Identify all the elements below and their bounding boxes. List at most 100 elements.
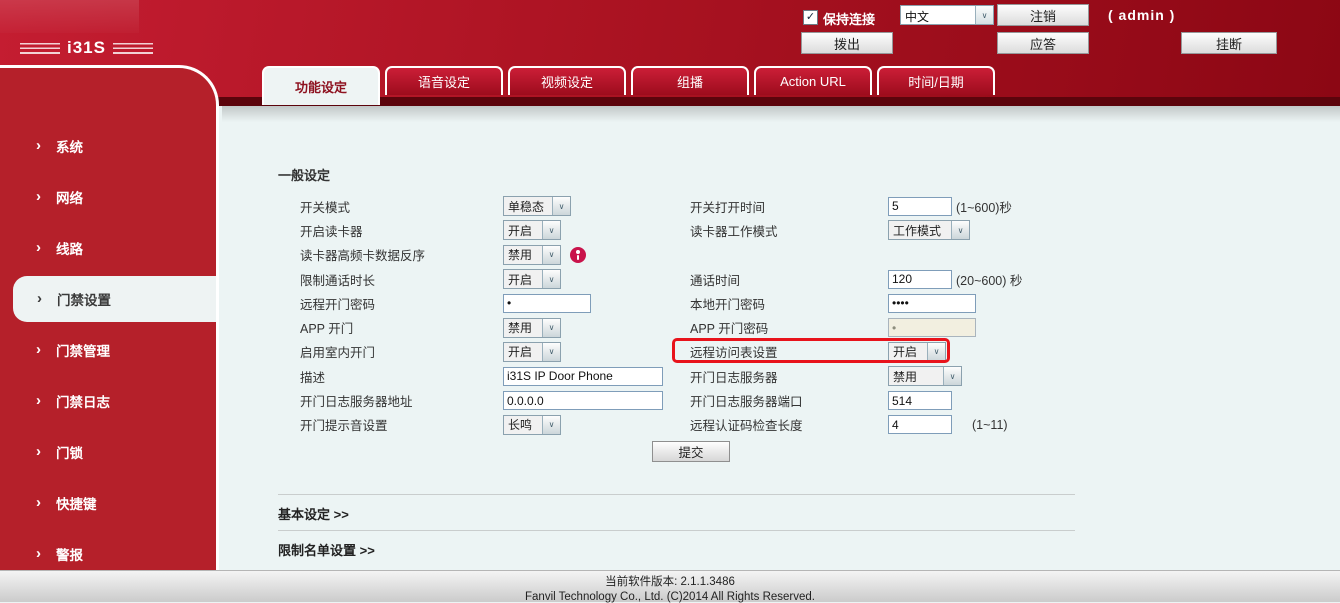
tab-5[interactable]: Action URL <box>754 66 872 95</box>
field-control <box>888 318 1078 338</box>
chevron-down-icon: ∨ <box>542 245 560 264</box>
sidebar-item-9[interactable]: › 警报 <box>0 528 216 570</box>
field-control <box>888 293 1078 313</box>
general-settings-form: 开关模式单稳态∨开关打开时间(1~600)秒开启读卡器开启∨读卡器工作模式工作模… <box>300 194 1078 437</box>
sidebar-item-1[interactable]: › 系统 <box>0 120 216 171</box>
logout-button[interactable]: 注销 <box>997 4 1089 26</box>
limit-talk-duration-select[interactable]: 开启 ∨ <box>503 269 561 290</box>
hangup-button[interactable]: 挂断 <box>1181 32 1277 54</box>
description-input[interactable] <box>503 366 663 386</box>
tab-2[interactable]: 语音设定 <box>385 66 503 95</box>
check-icon: ✓ <box>805 11 816 23</box>
copyright-text: Fanvil Technology Co., Ltd. (C)2014 All … <box>525 591 815 603</box>
field-label: 开门日志服务器端口 <box>690 395 803 410</box>
alert-icon <box>570 246 586 263</box>
tab-1[interactable]: 功能设定 <box>262 66 380 105</box>
field-label: APP 开门密码 <box>690 322 769 337</box>
field-control: 开启 ∨ <box>888 341 1078 362</box>
field-label: 开门日志服务器地址 <box>300 395 413 410</box>
switch-open-time-input[interactable] <box>888 196 952 216</box>
card-reader-work-mode-select[interactable]: 工作模式 ∨ <box>888 220 970 241</box>
sidebar-item-7[interactable]: › 门锁 <box>0 426 216 477</box>
section-divider <box>278 530 1075 531</box>
field-control: 开启 ∨ <box>503 341 690 362</box>
tab-4[interactable]: 组播 <box>631 66 749 95</box>
field-label: 开启读卡器 <box>300 224 363 239</box>
remote-open-password-input[interactable] <box>503 293 591 313</box>
field-label: 开关模式 <box>300 200 351 215</box>
chevron-right-icon: › <box>36 188 41 205</box>
field-label: 开门提示音设置 <box>300 419 388 434</box>
field-control: 禁用 ∨ <box>503 317 690 338</box>
field-control: 开启 ∨ <box>503 220 690 241</box>
open-prompt-tone-select[interactable]: 长鸣 ∨ <box>503 414 561 435</box>
field-label: 开关打开时间 <box>690 200 766 215</box>
enable-card-reader-select[interactable]: 开启 ∨ <box>503 220 561 241</box>
keep-alive-checkbox[interactable]: ✓ <box>803 10 818 25</box>
field-control: (20~600) 秒 <box>888 269 1078 289</box>
answer-button[interactable]: 应答 <box>997 32 1089 54</box>
sidebar-item-8[interactable]: › 快捷键 <box>0 477 216 528</box>
keep-alive-label: 保持连接 <box>823 12 876 27</box>
sidebar-nav: › 系统 › 网络 › 线路 › 门禁设置 › 门禁管理 › 门禁日志 › 门锁 › 快捷键 › 警报 <box>0 65 219 570</box>
card-reader-reverse-select[interactable]: 禁用 ∨ <box>503 244 561 265</box>
open-log-server-address-input[interactable] <box>503 391 663 411</box>
dial-button[interactable]: 拨出 <box>801 32 893 54</box>
field-label: 通话时间 <box>690 273 741 288</box>
field-hint-text: (1~600)秒 <box>956 200 1012 215</box>
open-log-server-select[interactable]: 禁用 ∨ <box>888 366 962 387</box>
sidebar-item-3[interactable]: › 线路 <box>0 222 216 273</box>
field-control <box>503 366 690 386</box>
sidebar-item-label: 系统 <box>56 139 83 155</box>
app-open-select-value: 禁用 <box>508 321 533 336</box>
remote-auth-code-length-input[interactable] <box>888 415 952 435</box>
speed-lines-icon <box>112 42 153 54</box>
field-label: 读卡器高频卡数据反序 <box>300 249 426 264</box>
sidebar-item-2[interactable]: › 网络 <box>0 171 216 222</box>
field-row-6: APP 开门 禁用 ∨ APP 开门密码 <box>300 315 1078 339</box>
remote-access-table-select[interactable]: 开启 ∨ <box>888 341 946 362</box>
field-control: 开启 ∨ <box>503 269 690 290</box>
sidebar-item-5[interactable]: › 门禁管理 <box>0 324 216 375</box>
footer: 当前软件版本: 2.1.1.3486 Fanvil Technology Co.… <box>0 570 1340 603</box>
chevron-down-icon: ∨ <box>975 6 993 24</box>
sidebar-item-4[interactable]: › 门禁设置 <box>13 275 216 322</box>
sidebar-item-label: 警报 <box>56 547 83 563</box>
submit-button[interactable]: 提交 <box>652 441 730 462</box>
basic-settings-expander[interactable]: 基本设定 >> <box>278 504 349 523</box>
indoor-open-select[interactable]: 开启 ∨ <box>503 341 561 362</box>
sidebar-item-label: 门锁 <box>56 445 83 461</box>
chevron-down-icon: ∨ <box>542 221 560 240</box>
chevron-down-icon: ∨ <box>542 415 560 434</box>
software-version-text: 当前软件版本: 2.1.1.3486 <box>605 576 735 588</box>
field-label: 描述 <box>300 370 326 385</box>
field-row-10: 开门提示音设置 长鸣 ∨ 远程认证码检查长度 (1~11) <box>300 413 1078 437</box>
local-open-password-input[interactable] <box>888 293 976 313</box>
field-label: 远程开门密码 <box>300 297 376 312</box>
restrict-list-expander[interactable]: 限制名单设置 >> <box>278 540 375 559</box>
chevron-right-icon: › <box>36 341 41 358</box>
tab-3[interactable]: 视频设定 <box>508 66 626 95</box>
chevron-down-icon: ∨ <box>542 270 560 289</box>
sidebar-item-6[interactable]: › 门禁日志 <box>0 375 216 426</box>
field-label: 远程认证码检查长度 <box>690 419 803 434</box>
field-control: 工作模式 ∨ <box>888 220 1078 241</box>
tab-6[interactable]: 时间/日期 <box>877 66 995 95</box>
field-row-7: 启用室内开门 开启 ∨ 远程访问表设置 开启 ∨ <box>300 338 1078 364</box>
brand-logo: i31S <box>20 38 153 58</box>
field-control: (1~11) <box>888 415 1078 435</box>
chevron-down-icon: ∨ <box>542 342 560 361</box>
switch-mode-select[interactable]: 单稳态 ∨ <box>503 196 571 217</box>
field-row-8: 描述 开门日志服务器 禁用 ∨ <box>300 364 1078 388</box>
talk-time-input[interactable] <box>888 269 952 289</box>
open-log-server-port-input[interactable] <box>888 391 952 411</box>
field-label: 启用室内开门 <box>300 346 376 361</box>
section-divider <box>278 494 1075 495</box>
field-row-5: 远程开门密码 本地开门密码 <box>300 291 1078 315</box>
app-open-select[interactable]: 禁用 ∨ <box>503 317 561 338</box>
section-title: 一般设定 <box>278 168 331 183</box>
language-select[interactable]: 中文 ∨ <box>900 5 994 25</box>
chevron-right-icon: › <box>36 494 41 511</box>
field-row-2: 开启读卡器 开启 ∨ 读卡器工作模式 工作模式 ∨ <box>300 218 1078 242</box>
sidebar-item-label: 门禁设置 <box>57 292 111 308</box>
